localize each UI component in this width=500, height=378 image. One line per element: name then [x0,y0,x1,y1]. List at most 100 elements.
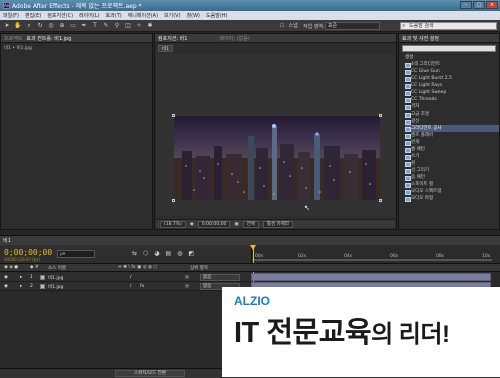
layer-row[interactable]: ◉ ▸ 2 비1.jpg / fx ◎ 없음 [0,282,251,291]
tab-timeline-comp[interactable]: 비1 [3,237,11,244]
work-area-bar[interactable] [252,259,492,261]
layer-row[interactable]: ◉ ▸ 1 비1.jpg / ◎ 없음 [0,273,251,282]
parent-pickwhip-icon[interactable]: ◎ [185,275,189,280]
snap-checkbox-icon[interactable]: ☐ [280,23,284,29]
effect-item[interactable]: CC Light Sweep [405,89,499,97]
menu-layer[interactable]: 레이어(L) [79,12,100,19]
effect-item[interactable]: 번개 [405,139,499,146]
quality-switch-icon[interactable]: / [130,284,132,289]
camera-tool-icon[interactable]: ◎ [47,22,55,30]
parent-pickwhip-icon[interactable]: ◎ [185,284,189,289]
quality-switch-icon[interactable]: / [130,275,132,280]
snap-control[interactable]: ☐ 스냅 [280,22,298,30]
fx-switch-icon[interactable]: fx [140,284,144,289]
shy-layers-icon[interactable]: ◕ [154,250,159,257]
expand-arrow-icon[interactable]: ▸ [20,275,22,280]
timeline-search-input[interactable]: ρ▾ [57,250,95,258]
menu-help[interactable]: 도움말(H) [206,12,227,19]
pan-behind-tool-icon[interactable]: ⊕ [58,22,66,30]
col-source-name[interactable]: 소스 이름 [48,265,66,271]
zoom-dropdown[interactable]: (18.7%) [160,220,186,228]
window-controls: – □ × [460,1,498,9]
effect-item[interactable]: 쓰기 [405,153,499,160]
comp-subtab[interactable]: 비1 [158,45,174,52]
effect-item[interactable]: 스포이트 칠 [405,181,499,189]
menu-file[interactable]: 파일(F) [3,12,19,19]
effect-item[interactable]: CC Light Burst 2.5 [405,75,499,83]
selection-tool-icon[interactable]: ➤ [3,22,11,30]
current-time-display[interactable]: 0;00;00;00 [197,220,231,228]
menu-effect[interactable]: 효과(T) [106,12,122,19]
effect-item[interactable]: 오디오 스펙트럼 [405,188,499,196]
view-layout-dropdown[interactable]: 전체 [242,220,259,228]
effect-item[interactable]: 음 패턴 [405,174,499,181]
rectangle-tool-icon[interactable]: ▭ [69,22,77,30]
effect-item[interactable]: 고급 조명 [405,111,499,118]
effect-item[interactable]: CC Glue Gun [405,68,499,76]
city-night-image[interactable] [172,114,382,202]
hand-tool-icon[interactable]: ✋ [14,22,22,30]
effect-item[interactable]: 원 [405,160,499,167]
col-parent[interactable]: 상위 항목 [190,265,208,271]
effects-group-generate[interactable]: 생성 [405,54,499,61]
eraser-tool-icon[interactable]: ◫ [124,22,132,30]
layer-name[interactable]: 비1.jpg [48,275,63,281]
brush-tool-icon[interactable]: ✎ [102,22,110,30]
effect-item[interactable]: 광선 [405,118,499,125]
type-tool-icon[interactable]: T [91,22,99,30]
menu-composition[interactable]: 컴포지션(C) [47,12,73,19]
maximize-button[interactable]: □ [473,1,485,9]
effect-item[interactable]: 셀 패턴 [405,146,499,153]
time-ruler[interactable]: 00s 02s 04s 06s 08s 10s [251,245,500,263]
comp-mini-flowchart-icon[interactable]: ⇆ [132,250,137,257]
region-of-interest-icon[interactable]: ▣ [234,222,238,227]
effect-item[interactable]: 그라디언트 공사 [405,124,499,132]
visibility-eye-icon[interactable]: ◉ [4,284,8,289]
draft-3d-icon[interactable]: ⬡ [143,250,148,257]
effect-item[interactable]: CC Threads [405,96,499,104]
menu-view[interactable]: 보기(V) [164,12,181,19]
tab-effects-presets[interactable]: 효과 및 사전 설정 [402,35,439,42]
effect-item[interactable]: 선 그리기 [405,167,499,174]
transform-handle-bottom-right[interactable] [379,199,382,202]
transform-handle-top-right[interactable] [379,114,382,117]
effects-search-input[interactable] [402,45,496,52]
workspace-dropdown[interactable]: 표준 [325,22,380,30]
active-camera-dropdown[interactable]: 활성 카메라 [262,220,294,228]
expand-arrow-icon[interactable]: ▸ [20,284,22,289]
effect-item[interactable]: 렌즈 플레어 [405,132,499,139]
timeline-timecode[interactable]: 0;00;00;00 [4,248,52,257]
menu-animation[interactable]: 애니메이션(A) [128,12,158,19]
menu-edit[interactable]: 편집(E) [25,12,41,19]
frame-blending-icon[interactable]: ▤ [166,250,172,257]
layer-name[interactable]: 비1.jpg [48,284,63,290]
rotate-tool-icon[interactable]: ↻ [36,22,44,30]
tab-layer[interactable]: 레이어: (없음) [219,35,249,42]
effect-item[interactable]: 오디오 파형 [405,195,499,203]
minimize-button[interactable]: – [460,1,472,9]
zoom-tool-icon[interactable]: ⌕ [25,22,33,30]
parent-dropdown[interactable]: 없음 [200,274,240,281]
tab-effect-controls[interactable]: 효과 컨트롤: 비1.jpg [26,35,71,42]
effect-item[interactable]: 4색 그라디언트 [405,61,499,69]
close-button[interactable]: × [486,1,498,9]
tab-composition[interactable]: 컴포지션: 비1 [158,35,187,42]
tab-project[interactable]: 프로젝트 [4,35,22,42]
transform-handle-bottom-left[interactable] [172,199,175,202]
visibility-eye-icon[interactable]: ◉ [4,275,8,280]
effect-item[interactable]: CC Light Rays [405,82,499,90]
toggle-switches-modes-button[interactable]: 스위치/모드 전환 [115,370,185,377]
effect-item[interactable]: 격자 [405,103,499,111]
clone-stamp-tool-icon[interactable]: ⚲ [113,22,121,30]
menu-window[interactable]: 창(W) [187,12,200,19]
puppet-tool-icon[interactable]: ✱ [146,22,154,30]
roto-brush-tool-icon[interactable]: ✧ [135,22,143,30]
motion-blur-icon[interactable]: ◍ [177,250,182,257]
graph-editor-icon[interactable]: ◩ [188,250,194,257]
layer-duration-bar[interactable] [251,273,491,281]
pen-tool-icon[interactable]: ✒ [80,22,88,30]
help-search-input[interactable]: 도움말 검색 [400,22,497,30]
transform-handle-top-left[interactable] [172,114,175,117]
composition-viewer[interactable]: ↖ [156,54,395,216]
camera-snapshot-icon[interactable]: ◉ [190,222,194,227]
